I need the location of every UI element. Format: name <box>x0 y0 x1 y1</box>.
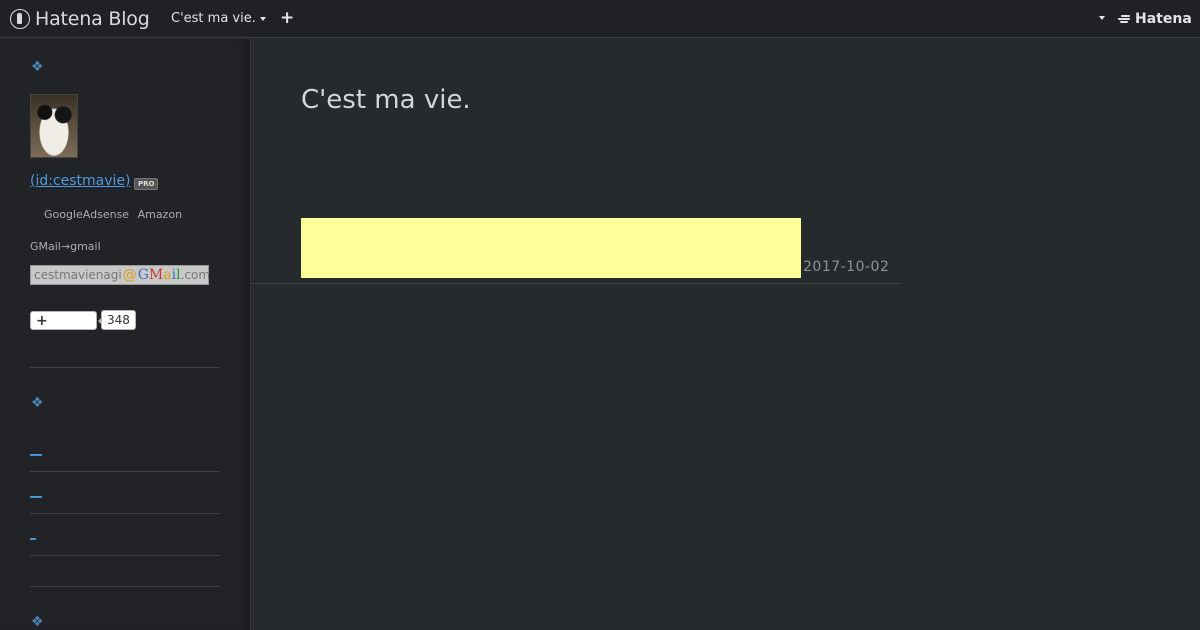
divider <box>30 471 220 472</box>
sponsor-list: GoogleAdsense Amazon <box>44 208 187 221</box>
follower-count-badge: 348 <box>98 310 136 330</box>
blog-switcher-dropdown[interactable]: C'est ma vie. <box>171 11 266 26</box>
hatena-blog-logo-icon <box>10 9 30 29</box>
blog-switcher-label: C'est ma vie. <box>171 11 256 26</box>
diamond-ornament-icon: ❖ <box>31 59 44 75</box>
hatena-logo-label: Hatena <box>1135 11 1192 27</box>
hatena-logo-icon <box>1118 14 1132 24</box>
gmail-at-sign: @ <box>122 267 137 283</box>
divider <box>30 586 220 587</box>
blog-title[interactable]: C'est ma vie. <box>301 85 471 115</box>
diamond-ornament-icon: ❖ <box>31 395 44 411</box>
pro-badge: PRO <box>134 178 159 190</box>
plus-icon: + <box>280 8 295 28</box>
diamond-ornament-icon: ❖ <box>31 614 44 630</box>
entry-title-highlight[interactable] <box>301 218 801 278</box>
entry-date: 2017-10-02 <box>803 259 890 275</box>
sidebar-link[interactable]: __ <box>30 442 42 456</box>
gmail-brand: GMail <box>137 267 181 283</box>
follow-button[interactable]: + <box>30 311 97 330</box>
avatar[interactable] <box>30 94 78 158</box>
hatena-blog-brand-link[interactable]: Hatena Blog <box>10 8 150 30</box>
sponsor-google-adsense: GoogleAdsense <box>44 208 130 221</box>
sidebar-link[interactable]: _ <box>30 526 36 540</box>
gmail-address-image: cestmavienagi @ GMail .com <box>30 265 211 285</box>
user-menu-chevron-down-icon[interactable] <box>1099 16 1105 20</box>
top-navigation-bar: Hatena Blog C'est ma vie. + Hatena <box>0 0 1200 38</box>
divider <box>30 367 220 368</box>
sidebar: ❖ (id:cestmavie) PRO GoogleAdsense Amazo… <box>0 39 251 630</box>
gmail-user: cestmavienagi <box>34 268 122 282</box>
main-content: C'est ma vie. 2017-10-02 <box>251 39 1200 630</box>
divider <box>30 513 220 514</box>
new-post-button[interactable]: + <box>280 9 294 27</box>
brand-label: Hatena Blog <box>35 8 150 30</box>
entry-divider <box>251 283 901 284</box>
sponsor-amazon: Amazon <box>137 208 183 221</box>
gmail-label: GMail→gmail <box>30 240 101 253</box>
plus-icon: + <box>36 312 48 329</box>
user-id-link[interactable]: (id:cestmavie) <box>30 173 131 189</box>
sidebar-link[interactable]: __ <box>30 484 42 498</box>
gmail-tld: .com <box>180 268 211 282</box>
divider <box>30 555 220 556</box>
chevron-down-icon <box>259 16 266 21</box>
hatena-home-link[interactable]: Hatena <box>1118 11 1192 27</box>
